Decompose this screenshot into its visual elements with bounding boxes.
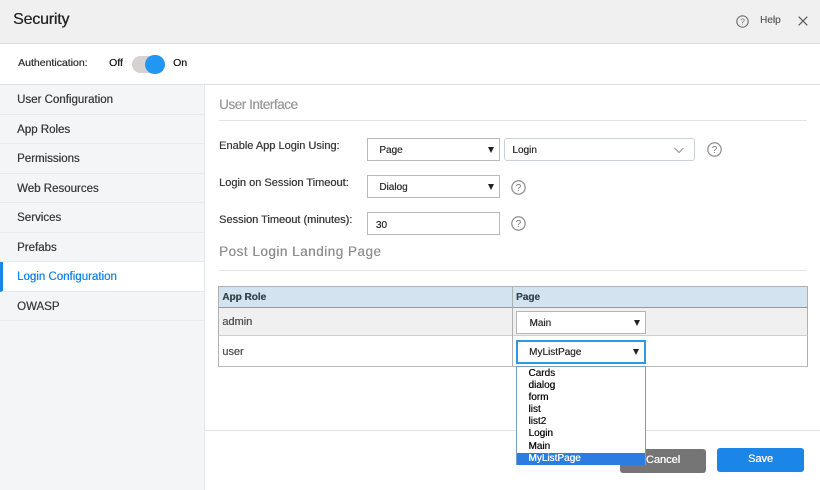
svg-text:?: ?: [740, 17, 745, 27]
svg-text:?: ?: [516, 219, 522, 230]
svg-text:?: ?: [711, 145, 717, 156]
svg-text:?: ?: [516, 183, 522, 194]
